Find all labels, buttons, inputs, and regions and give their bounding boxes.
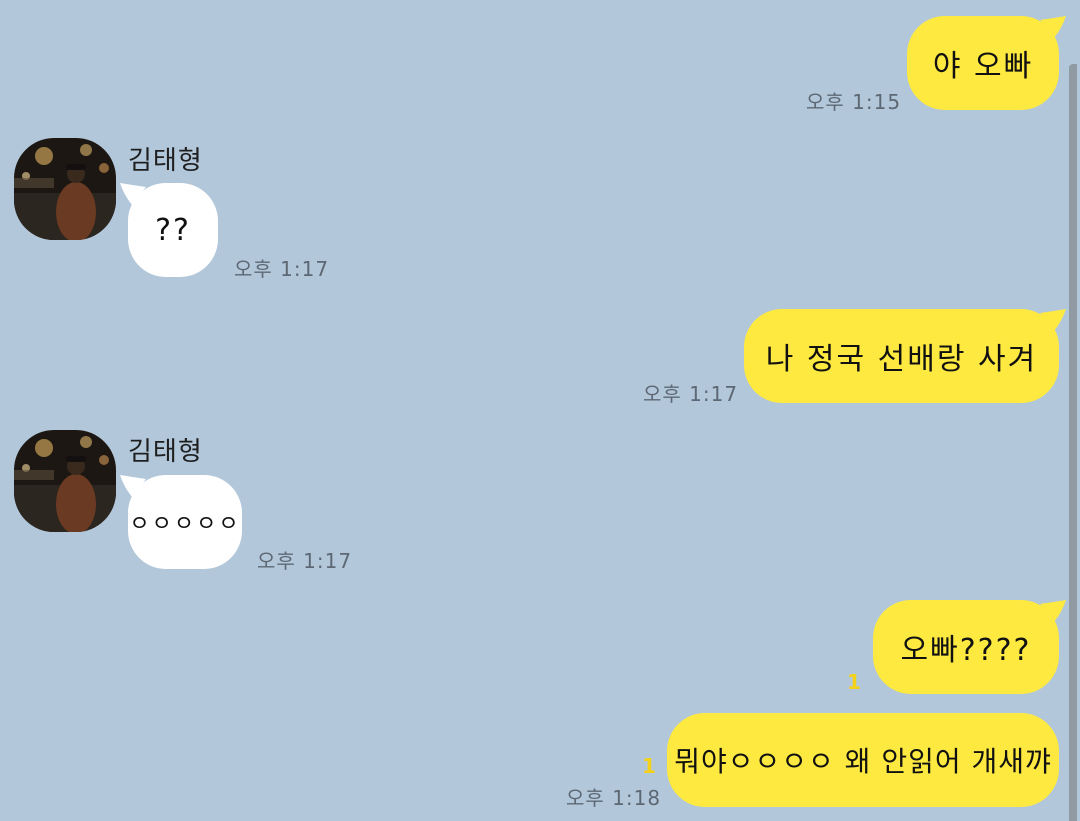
message-time: 오후 1:15 [806,90,902,114]
message-text: 야 오빠 [932,49,1034,84]
message-text: ㅇㅇㅇㅇㅇ [129,512,241,537]
message-time: 오후 1:17 [643,382,739,406]
message-time: 오후 1:17 [234,257,330,281]
message-text: 오빠???? [900,633,1032,668]
unread-count: 1 [642,754,656,778]
message-bubble-outgoing[interactable]: 뭐야ㅇㅇㅇㅇ 왜 안읽어 개새꺄 [667,713,1059,807]
message-bubble-outgoing[interactable]: 오빠???? [873,600,1059,694]
bubble-tail [1040,16,1066,38]
message-text: 나 정국 선배랑 사겨 [765,342,1038,377]
unread-count: 1 [847,670,861,694]
scrollbar[interactable] [1069,64,1077,821]
bubble-tail [1040,309,1066,331]
contact-name: 김태형 [128,437,203,467]
message-bubble-outgoing[interactable]: 야 오빠 [907,16,1059,110]
message-time: 오후 1:17 [257,549,353,573]
bubble-tail [1040,600,1066,622]
bubble-tail [120,183,146,205]
contact-name: 김태형 [128,146,203,176]
message-text: 뭐야ㅇㅇㅇㅇ 왜 안읽어 개새꺄 [674,745,1052,778]
message-time: 오후 1:18 [566,786,662,810]
bubble-tail [120,475,146,497]
contact-avatar[interactable] [14,430,116,532]
message-bubble-outgoing[interactable]: 나 정국 선배랑 사겨 [744,309,1059,403]
contact-avatar[interactable] [14,138,116,240]
message-text: ?? [155,212,191,248]
